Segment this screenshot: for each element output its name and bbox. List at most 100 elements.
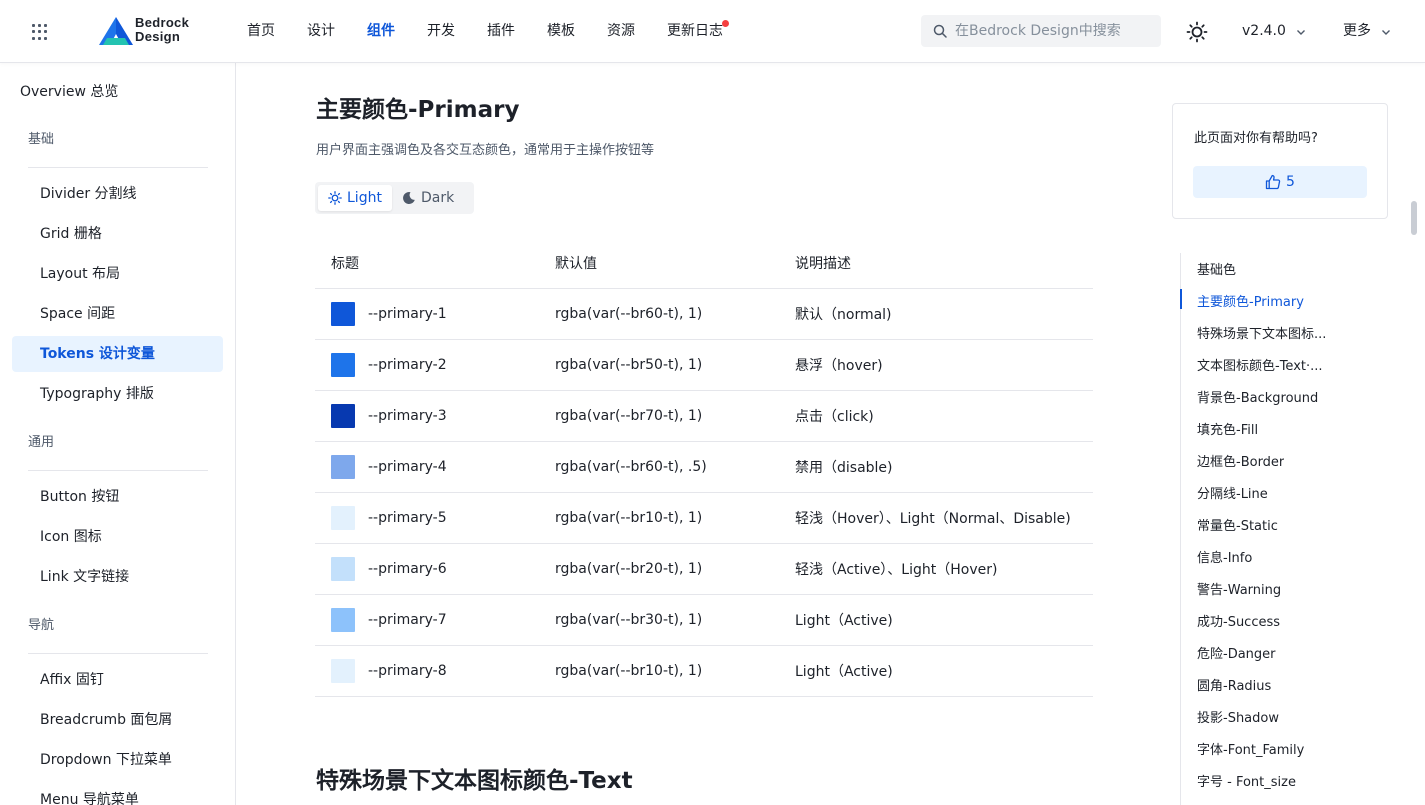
toc-item[interactable]: 特殊场景下文本图标... [1197, 323, 1326, 342]
token-description: 默认（normal) [795, 307, 892, 323]
token-value: rgba(var(--br60-t), 1) [555, 306, 703, 322]
color-swatch [331, 659, 355, 683]
table-row: --primary-2 rgba(var(--br50-t), 1) 悬浮（hove… [315, 340, 1093, 391]
search-input[interactable] [955, 23, 1155, 39]
toc-item[interactable]: 文本图标颜色-Text·... [1197, 355, 1323, 374]
sidebar-item-divider[interactable]: Divider 分割线 [12, 176, 223, 212]
table-row: --primary-4 rgba(var(--br60-t), .5) 禁用（dis… [315, 442, 1093, 493]
token-description: Light（Active) [795, 613, 893, 629]
sidebar-item-icon[interactable]: Icon 图标 [12, 519, 223, 555]
toc-item[interactable]: 基础色 [1197, 259, 1236, 278]
color-swatch [331, 608, 355, 632]
toc-item[interactable]: 字体-Font_Family [1197, 739, 1304, 758]
light-mode-button[interactable]: Light [318, 185, 392, 211]
nav-plugins[interactable]: 插件 [487, 0, 515, 63]
table-row: --primary-3 rgba(var(--br70-t), 1) 点击（clic… [315, 391, 1093, 442]
token-name: --primary-7 [368, 612, 447, 628]
version-label: v2.4.0 [1242, 23, 1286, 39]
sidebar-item-space[interactable]: Space 间距 [12, 296, 223, 332]
more-menu[interactable]: 更多 [1343, 0, 1391, 63]
version-select[interactable]: v2.4.0 [1242, 0, 1306, 63]
token-description: 轻浅（Hover）、Light（Normal、Disable) [795, 511, 1071, 527]
sidebar-divider [28, 470, 208, 471]
toc-item[interactable]: 填充色-Fill [1197, 419, 1258, 438]
token-value: rgba(var(--br70-t), 1) [555, 408, 703, 424]
toc-item[interactable]: 边框色-Border [1197, 451, 1284, 470]
sidebar-item-affix[interactable]: Affix 固钉 [12, 662, 223, 698]
toc-item[interactable]: 分隔线-Line [1197, 483, 1268, 502]
token-description: 点击（click) [795, 409, 874, 425]
toc-item[interactable]: 成功-Success [1197, 611, 1280, 630]
page-scrollbar[interactable] [1411, 201, 1417, 235]
color-swatch [331, 353, 355, 377]
sidebar-item-breadcrumb[interactable]: Breadcrumb 面包屑 [12, 702, 223, 738]
token-name: --primary-6 [368, 561, 447, 577]
sun-icon [328, 191, 342, 205]
sidebar-group-common: 通用 [28, 435, 55, 450]
sidebar-item-grid[interactable]: Grid 栅格 [12, 216, 223, 252]
chevron-down-icon [1296, 29, 1305, 35]
color-swatch [331, 302, 355, 326]
search-icon [933, 24, 947, 38]
nav-templates[interactable]: 模板 [547, 0, 575, 63]
toc-item[interactable]: 常量色-Static [1197, 515, 1278, 534]
search-box[interactable] [921, 15, 1161, 47]
token-name: --primary-1 [368, 306, 447, 322]
toc-active-marker [1180, 289, 1182, 309]
more-label: 更多 [1343, 23, 1371, 39]
sidebar-item-link[interactable]: Link 文字链接 [12, 559, 223, 595]
chevron-down-icon [1382, 29, 1390, 35]
sidebar-group-basic: 基础 [28, 132, 55, 147]
token-value: rgba(var(--br10-t), 1) [555, 510, 703, 526]
table-header: 标题 默认值 说明描述 [315, 238, 1093, 289]
like-button[interactable]: 5 [1193, 166, 1367, 198]
notification-dot [722, 20, 729, 27]
column-header-title: 标题 [331, 256, 359, 272]
section-title: 主要颜色-Primary [316, 97, 520, 123]
sidebar-divider [28, 167, 208, 168]
sidebar-item-button[interactable]: Button 按钮 [12, 479, 223, 515]
toc-item[interactable]: 警告-Warning [1197, 579, 1281, 598]
token-description: 禁用（disable) [795, 460, 893, 476]
token-name-cell: --primary-1 [315, 302, 555, 326]
token-description: 轻浅（Active）、Light（Hover) [795, 562, 998, 578]
token-name-cell: --primary-4 [315, 455, 555, 479]
brand-name[interactable]: Bedrock Design [135, 16, 189, 44]
toc-item[interactable]: 主要颜色-Primary [1197, 291, 1304, 310]
token-name-cell: --primary-3 [315, 404, 555, 428]
sidebar-divider [28, 653, 208, 654]
toc-item[interactable]: 信息-Info [1197, 547, 1252, 566]
light-label: Light [347, 190, 382, 206]
sidebar-item-dropdown[interactable]: Dropdown 下拉菜单 [12, 742, 223, 778]
sidebar-item-overview[interactable]: Overview 总览 [20, 81, 118, 101]
sidebar-item-tokens[interactable]: Tokens 设计变量 [12, 336, 223, 372]
dark-mode-button[interactable]: Dark [392, 185, 464, 211]
theme-toggle-sun-icon[interactable] [1186, 21, 1208, 43]
color-swatch [331, 404, 355, 428]
sidebar-item-typography[interactable]: Typography 排版 [12, 376, 223, 412]
nav-changelog[interactable]: 更新日志 [667, 0, 729, 63]
toc-item[interactable]: 投影-Shadow [1197, 707, 1279, 726]
token-description: 悬浮（hover) [795, 358, 883, 374]
token-name: --primary-8 [368, 663, 447, 679]
apps-grid-icon[interactable] [30, 22, 50, 42]
token-name-cell: --primary-7 [315, 608, 555, 632]
toc-item[interactable]: 圆角-Radius [1197, 675, 1271, 694]
nav-resources[interactable]: 资源 [607, 0, 635, 63]
toc-item[interactable]: 危险-Danger [1197, 643, 1276, 662]
nav-develop[interactable]: 开发 [427, 0, 455, 63]
color-swatch [331, 506, 355, 530]
toc-item[interactable]: 背景色-Background [1197, 387, 1318, 406]
sidebar-item-menu[interactable]: Menu 导航菜单 [12, 782, 223, 805]
main-content: 主要颜色-Primary 用户界面主强调色及各交互态颜色，通常用于主操作按钮等 … [237, 63, 1177, 805]
token-name-cell: --primary-8 [315, 659, 555, 683]
sidebar-item-layout[interactable]: Layout 布局 [12, 256, 223, 292]
column-header-default: 默认值 [555, 256, 597, 272]
nav-components[interactable]: 组件 [367, 0, 395, 63]
token-description: Light（Active) [795, 664, 893, 680]
nav-home[interactable]: 首页 [247, 0, 275, 63]
nav-design[interactable]: 设计 [307, 0, 335, 63]
toc-item[interactable]: 字号 - Font_size [1197, 771, 1296, 790]
tokens-table: 标题 默认值 说明描述 --primary-1 rgba(var(--br60-t… [315, 238, 1093, 697]
bedrock-logo[interactable] [98, 16, 134, 46]
